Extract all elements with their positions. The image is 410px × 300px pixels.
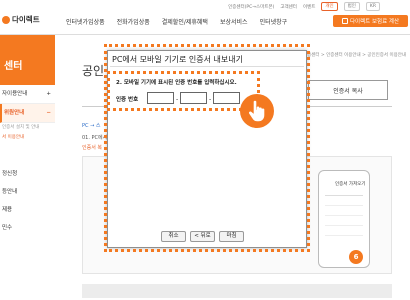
- phone-list-row: [325, 226, 363, 236]
- phone-list-row: [325, 206, 363, 216]
- sidebar-subitem-active[interactable]: 서 이용안내: [0, 133, 55, 143]
- phone-list: [325, 195, 363, 236]
- finish-button[interactable]: 마침: [219, 231, 244, 242]
- gnb-item[interactable]: 인터넷가입상품: [66, 17, 105, 26]
- cert-copy-button[interactable]: 인증서 복사: [308, 80, 388, 100]
- calculator-icon: [341, 18, 348, 24]
- auth-code-field-3[interactable]: [213, 92, 240, 104]
- breadcrumb: 인증센터 > 인증센터 이용안내 > 공인인증서 이용안내: [302, 53, 406, 58]
- dialog-instruction: 2. 모바일 기기에 표시된 인증 번호를 입력하십시오.: [116, 80, 237, 86]
- sidebar-item-usage[interactable]: 자이용안내 +: [0, 85, 55, 104]
- site-logo[interactable]: 다이렉트: [2, 14, 40, 25]
- gnb-item[interactable]: 인터넷창구: [260, 17, 288, 26]
- expand-icon: +: [46, 91, 51, 97]
- page-title: 공인: [82, 64, 105, 78]
- calc-button-label: 다이렉트 보험료 계산: [349, 19, 400, 25]
- sidebar-item[interactable]: 제용: [0, 201, 55, 219]
- phone-list-row: [325, 196, 363, 206]
- sidebar-item[interactable]: 등안내: [0, 183, 55, 201]
- sidebar-item[interactable]: 민수: [0, 219, 55, 237]
- bottom-strip: [82, 284, 392, 298]
- sidebar-item-cert[interactable]: 위원안내 −: [0, 104, 55, 123]
- hand-pointer-icon: [240, 94, 274, 128]
- pill-personal[interactable]: 개인: [321, 2, 338, 11]
- auth-code-field-2[interactable]: [180, 92, 207, 104]
- top-link-event[interactable]: 이벤트: [303, 4, 315, 10]
- sidebar-item[interactable]: 정신청: [0, 165, 55, 183]
- premium-calc-button[interactable]: 다이렉트 보험료 계산: [333, 15, 408, 27]
- logo-text: 다이렉트: [12, 15, 40, 24]
- gnb-item[interactable]: 보상서비스: [220, 17, 248, 26]
- global-nav: 인터넷가입상품 전화가입상품 결제할인/제휴혜택 보상서비스 인터넷창구: [66, 17, 287, 26]
- back-button[interactable]: < 뒤로: [190, 231, 215, 242]
- gnb-divider: [0, 34, 410, 35]
- code-separator: -: [209, 96, 212, 103]
- phone-list-row: [325, 216, 363, 226]
- logo-icon: [2, 15, 10, 24]
- collapse-icon: −: [46, 110, 51, 116]
- top-link-cert[interactable]: 인증센터(PC→스마트폰): [228, 4, 274, 10]
- pill-corp[interactable]: 법인: [343, 2, 360, 11]
- auth-code-label: 인증 번호: [116, 97, 139, 103]
- code-separator: -: [176, 96, 179, 103]
- sidebar-title: 센터: [0, 35, 55, 85]
- cancel-button[interactable]: 취소: [161, 231, 186, 242]
- dialog-title: PC에서 모바일 기기로 인증서 내보내기: [110, 53, 304, 67]
- sidebar-nav: 자이용안내 + 위원안내 − 인증서 설치 및 안내 서 이용안내 정신청 등안…: [0, 85, 55, 237]
- step-number-badge: 6: [349, 250, 363, 264]
- pill-lang[interactable]: KR: [365, 2, 380, 11]
- sidebar-subitem[interactable]: 인증서 설치 및 안내: [0, 123, 55, 133]
- step-description-highlight: 인증서 복: [82, 145, 102, 151]
- phone-title: 인증서 가져오기: [335, 182, 366, 187]
- auth-code-field-1[interactable]: [147, 92, 174, 104]
- top-utility-links: 인증센터(PC→스마트폰) 고객센터 이벤트 개인 법인 KR: [228, 2, 380, 11]
- gnb-item[interactable]: 결제할인/제휴혜택: [162, 17, 208, 26]
- step-description: 01. PC에서: [82, 135, 108, 141]
- pc-to-phone-tag: PC → 스: [82, 123, 101, 129]
- top-link-cs[interactable]: 고객센터: [280, 4, 297, 10]
- gnb-item[interactable]: 전화가입상품: [117, 17, 150, 26]
